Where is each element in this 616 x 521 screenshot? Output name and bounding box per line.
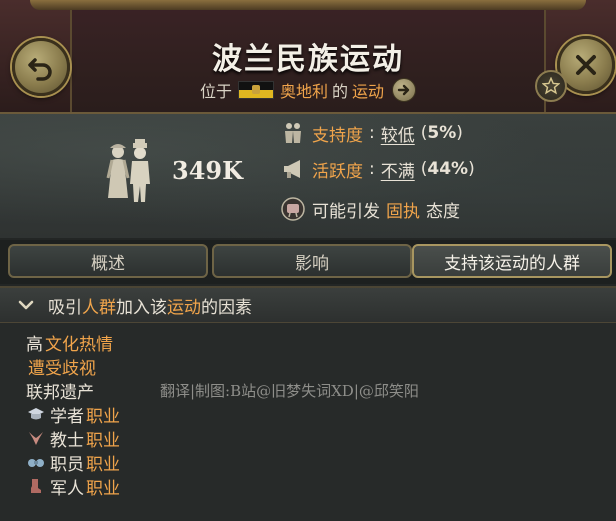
support-label: 支持度 [312, 125, 363, 146]
movement-location: 位于 奥地利 的 运动 [0, 78, 616, 102]
country-link[interactable]: 奥地利 [280, 78, 328, 102]
activism-percent: 44% [427, 159, 469, 179]
movement-title: 波兰民族运动 [212, 42, 404, 77]
section-highlight-pops[interactable]: 人群 [82, 293, 116, 318]
tab-bar: 概述 影响 支持该运动的人群 [0, 240, 616, 284]
activism-level[interactable]: 不满 [381, 157, 415, 182]
attitude-row[interactable]: 可能引发 固执 态度 [280, 196, 460, 222]
austria-flag-icon [237, 81, 274, 99]
chevron-down-icon[interactable] [18, 299, 34, 311]
attitude-value[interactable]: 固执 [386, 197, 420, 222]
support-paren-close: ) [456, 123, 463, 143]
tab-supporters-label: 支持该运动的人群 [444, 253, 580, 274]
tab-impact-label: 影响 [295, 253, 329, 274]
academics-icon [26, 404, 46, 424]
support-level[interactable]: 较低 [381, 121, 415, 146]
activism-row[interactable]: 活跃度 : 不满 (44%) [280, 156, 475, 182]
translator-watermark: 翻译|制图:B站@旧梦失词XD|@邱笑阳 [160, 382, 419, 400]
factor-highlight: 职业 [86, 406, 120, 427]
population-count: 349K [172, 156, 243, 185]
tab-overview-label: 概述 [91, 253, 125, 274]
activism-label: 活跃度 [312, 161, 363, 182]
movement-link[interactable]: 运动 [352, 78, 384, 102]
factor-plain: 职员 [50, 454, 84, 475]
factor-item[interactable]: 军人 职业 [26, 474, 120, 499]
tab-overview[interactable]: 概述 [8, 244, 208, 278]
factor-item[interactable]: 教士 职业 [26, 426, 120, 451]
header-frame [30, 0, 586, 10]
factors-section-header[interactable]: 吸引 人群 加入该 运动 的因素 [0, 288, 616, 323]
section-suffix: 的因素 [201, 297, 252, 318]
factor-plain: 学者 [50, 406, 84, 427]
factor-item[interactable]: 高文化热情 [26, 330, 113, 355]
factor-plain: 教士 [50, 430, 84, 451]
megaphone-icon [280, 156, 306, 182]
section-prefix: 吸引 [48, 297, 82, 318]
soldiers-icon [26, 476, 46, 496]
factor-highlight: 遭受歧视 [28, 358, 96, 379]
factor-highlight: 职业 [86, 454, 120, 475]
factor-plain: 联邦遗产 [26, 382, 94, 403]
attitude-suffix: 态度 [426, 201, 460, 222]
factor-highlight: 职业 [86, 430, 120, 451]
attitude-prefix: 可能引发 [312, 201, 380, 222]
clerks-icon [26, 452, 46, 472]
section-highlight-movement[interactable]: 运动 [167, 293, 201, 318]
factor-item[interactable]: 遭受歧视 [26, 354, 96, 379]
supporters-icon [280, 120, 306, 146]
clergy-icon [26, 428, 46, 448]
tab-impact[interactable]: 影响 [212, 244, 412, 278]
factor-highlight: 文化热情 [45, 334, 113, 355]
factor-item[interactable]: 学者 职业 [26, 402, 120, 427]
location-connector: 的 [332, 82, 349, 101]
location-prefix: 位于 [199, 82, 232, 101]
section-middle: 加入该 [116, 297, 167, 318]
support-percent: 5% [427, 123, 457, 143]
attitude-icon [280, 196, 306, 222]
support-colon: : [369, 123, 375, 143]
tab-supporters[interactable]: 支持该运动的人群 [412, 244, 612, 278]
factor-item[interactable]: 职员 职业 [26, 450, 120, 475]
factor-highlight: 职业 [86, 478, 120, 499]
panel-header: 波兰民族运动 位于 奥地利 的 运动 [0, 0, 616, 114]
arrow-right-icon [397, 84, 410, 96]
go-to-movement-button[interactable] [392, 78, 417, 102]
factor-plain: 军人 [50, 478, 84, 499]
factor-item[interactable]: 联邦遗产 [26, 378, 96, 403]
movement-panel: 波兰民族运动 位于 奥地利 的 运动 349K 支持度: 较低 (5%) 活跃… [0, 0, 616, 521]
factor-plain: 高 [26, 334, 43, 355]
activism-paren-close: ) [468, 159, 475, 179]
support-row[interactable]: 支持度 : 较低 (5%) [280, 120, 463, 146]
activism-colon: : [369, 159, 375, 179]
population-icon [106, 139, 150, 202]
